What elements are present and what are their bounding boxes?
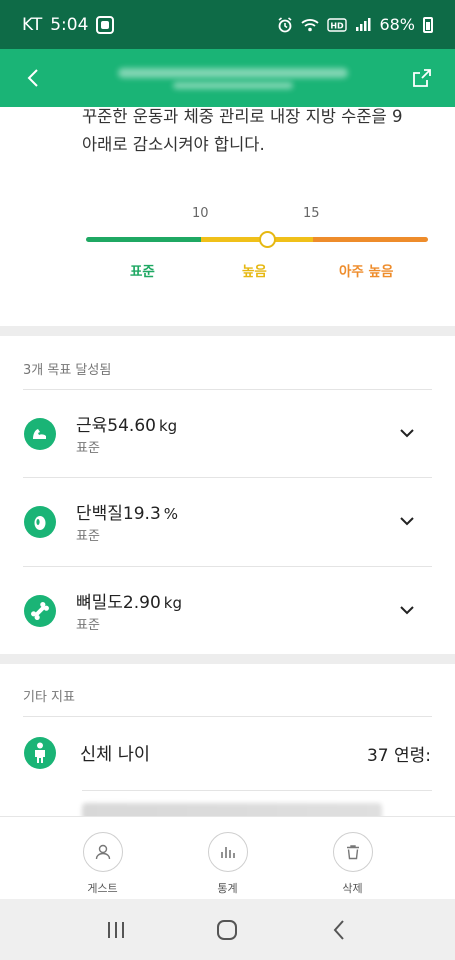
goal-label: 단백질19.3% [76,499,178,524]
other-value: 37 연령: [366,746,431,766]
chevron-down-icon [400,516,414,525]
goals-heading: 3개 목표 달성됨 [23,363,112,378]
goal-name: 단백질 [76,504,123,524]
gauge-tick: 10 [192,206,209,221]
goal-label: 뼈밀도2.90 kg [76,588,182,613]
goal-name: 뼈밀도 [76,593,123,613]
goal-unit: kg [163,594,182,612]
gauge-track [86,237,428,242]
share-button[interactable] [407,63,437,93]
hd-icon: HD [327,17,348,32]
app-screen: KT 5:04 HD 68% 꾸준한 운동과 체중 관리로 내장 지방 수준을 … [0,0,455,960]
alarm-icon [278,16,292,32]
gauge-label-high: 높음 [242,264,267,280]
gauge-segment-very-high [313,237,428,242]
app-icon [96,15,115,34]
status-left: KT 5:04 [22,14,115,35]
chevron-down-icon [400,605,414,614]
gauge-label-very-high: 아주 높음 [339,264,394,280]
cut-off-text [82,803,382,816]
expand-button[interactable] [397,511,417,531]
home-icon [217,919,238,940]
tab-guest[interactable]: 게스트 [63,817,143,899]
goal-unit: % [163,505,179,523]
tab-label: 통계 [217,882,238,895]
header-title-blurred [118,63,371,93]
expand-button[interactable] [397,423,417,443]
visceral-fat-description: 꾸준한 운동과 체중 관리로 내장 지방 수준을 9 아래로 감소시켜야 합니다… [82,107,403,154]
signal-icon [356,17,371,31]
recents-button[interactable] [96,910,136,950]
goal-status: 표준 [76,529,100,544]
expand-button[interactable] [397,600,417,620]
visceral-fat-gauge: 10 15 표준 높음 아주 높음 [86,206,428,286]
battery-percent: 68% [379,15,415,34]
tab-label: 게스트 [87,882,118,895]
muscle-icon [24,418,56,450]
tab-delete[interactable]: 삭제 [313,817,393,899]
status-right: HD 68% [277,15,433,34]
carrier: KT [22,14,43,35]
tab-label: 삭제 [342,882,363,895]
section-divider [0,654,455,664]
gauge-segment-high [201,237,313,242]
person-icon [82,832,123,872]
goal-item-protein[interactable]: 단백질19.3% 표준 [0,478,455,566]
blurred-title-line [118,67,348,78]
wifi-icon [301,18,320,31]
gauge-label-standard: 표준 [130,264,155,280]
system-nav-bar [0,899,455,960]
share-icon [413,69,431,87]
bone-icon [24,595,56,627]
status-bar: KT 5:04 HD 68% [0,0,455,49]
other-item-body-age[interactable]: 신체 나이 37 연령: [0,717,455,787]
protein-icon [24,506,56,538]
back-icon [27,69,38,87]
bottom-tab-bar: 게스트 통계 삭제 [0,816,455,899]
app-header [0,49,455,107]
gauge-segment-standard [86,237,201,242]
trash-icon [332,832,373,872]
other-heading: 기타 지표 [23,690,75,705]
tab-statistics[interactable]: 통계 [188,817,268,899]
back-icon [333,919,344,940]
section-divider [0,326,455,336]
clock: 5:04 [50,14,89,35]
bar-chart-icon [207,832,248,872]
goal-value: 54.60 [107,416,156,436]
divider [82,790,432,791]
person-icon [24,737,56,769]
chevron-down-icon [400,428,414,437]
system-back-button[interactable] [319,910,359,950]
goal-label: 근육54.60 kg [76,411,177,436]
other-name: 신체 나이 [80,745,150,765]
svg-text:HD: HD [331,21,345,30]
goal-status: 표준 [76,441,100,456]
back-button[interactable] [18,63,48,93]
recents-icon [107,921,124,938]
goal-name: 근육 [76,416,108,436]
blurred-subtitle-line [173,81,293,89]
goal-unit: kg [158,417,178,435]
battery-icon [423,16,433,33]
goal-value: 2.90 [122,593,161,613]
goal-item-muscle[interactable]: 근육54.60 kg 표준 [0,390,455,478]
content-area[interactable]: 꾸준한 운동과 체중 관리로 내장 지방 수준을 9 아래로 감소시켜야 합니다… [0,107,455,816]
goal-item-bone[interactable]: 뼈밀도2.90 kg 표준 [0,567,455,655]
goal-value: 19.3 [122,504,161,524]
gauge-tick: 15 [303,206,320,221]
goal-status: 표준 [76,618,100,633]
home-button[interactable] [207,910,247,950]
gauge-marker [259,231,276,248]
